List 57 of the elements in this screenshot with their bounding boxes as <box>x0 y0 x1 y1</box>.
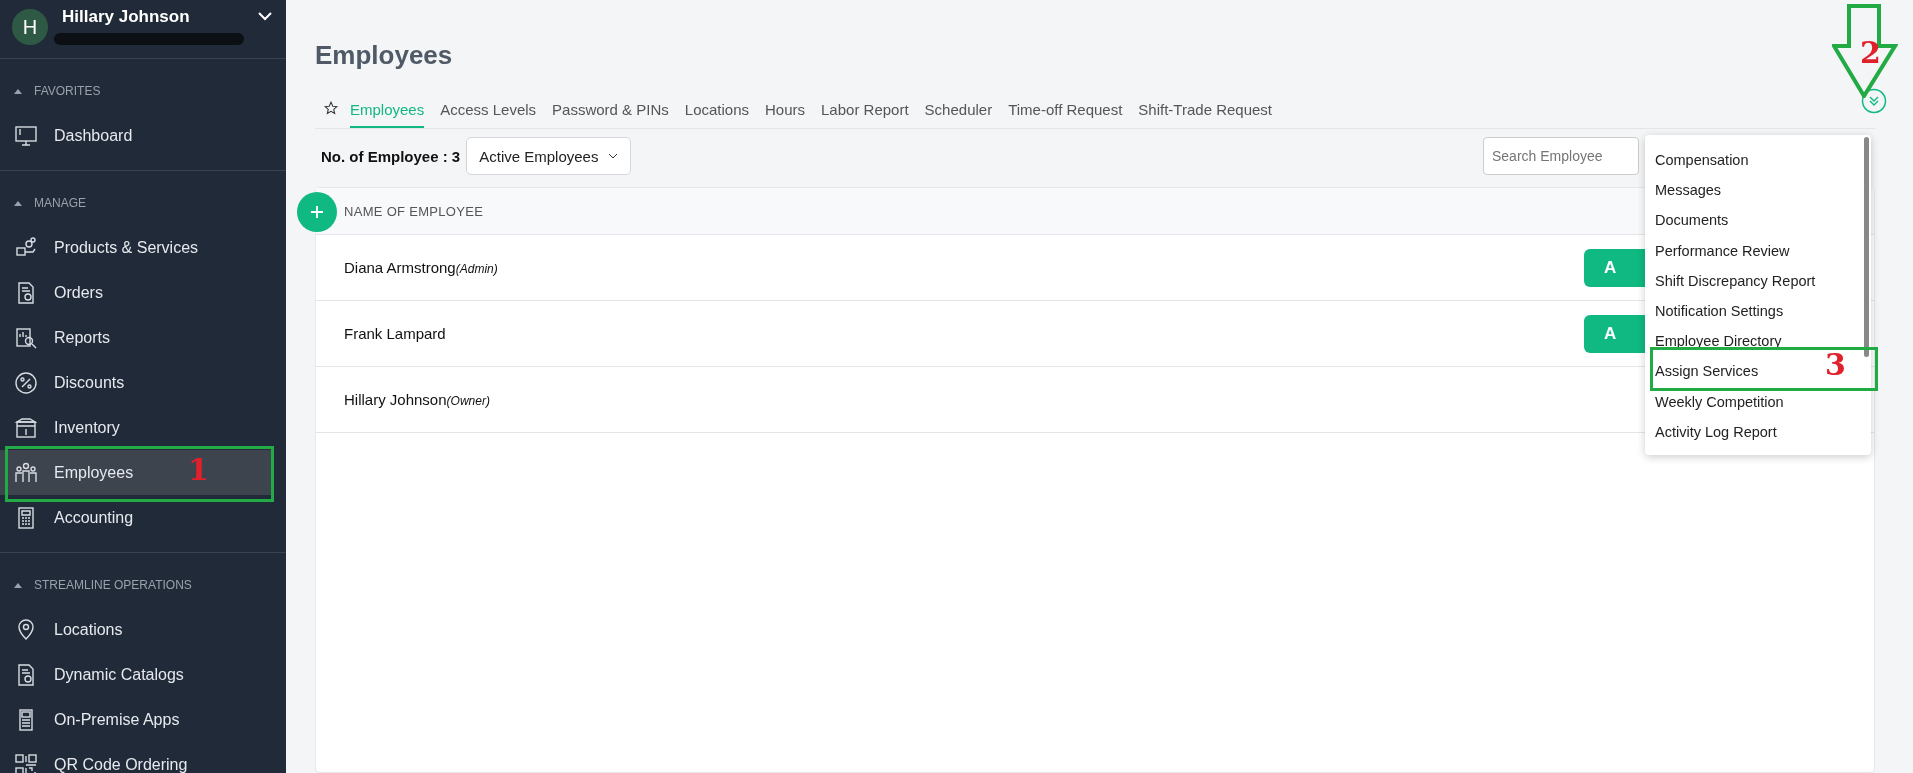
step-number: 2 <box>1860 38 1881 68</box>
section-title: FAVORITES <box>34 84 101 98</box>
tab[interactable]: Access Levels <box>440 88 537 128</box>
menu-item[interactable]: Documents <box>1655 205 1729 236</box>
sidebar-item[interactable]: Locations <box>14 617 123 642</box>
store-icon <box>14 415 38 440</box>
tab[interactable]: Hours <box>765 88 806 128</box>
sidebar-item[interactable]: Products & Services <box>14 235 199 260</box>
tab[interactable]: Scheduler <box>924 88 993 128</box>
menu-item[interactable]: Messages <box>1655 175 1722 206</box>
expand-more-icon[interactable] <box>1861 88 1887 114</box>
caret-icon <box>608 153 619 159</box>
sidebar-item[interactable]: Inventory <box>14 415 120 440</box>
sidebar-item[interactable]: Dashboard <box>14 123 133 148</box>
step-number: 3 <box>1825 350 1846 380</box>
qr-icon <box>14 752 38 773</box>
user-name: Hillary Johnson <box>62 7 191 27</box>
tab[interactable]: Time-off Request <box>1008 88 1123 128</box>
search-field[interactable]: Search Employee <box>1483 137 1639 175</box>
page-title: Employees <box>315 40 453 72</box>
sidebar-item[interactable]: Orders <box>14 280 103 305</box>
plus-icon <box>310 205 324 219</box>
sidebar-item[interactable]: On-Premise Apps <box>14 707 180 732</box>
sidebar-item[interactable]: Dynamic Catalogs <box>14 662 184 687</box>
menu-item[interactable]: Weekly Competition <box>1655 386 1784 417</box>
collapse-icon[interactable] <box>14 582 22 588</box>
table-cell: Frank Lampard <box>344 325 446 342</box>
employee-count: No. of Employee : 3 <box>321 147 461 165</box>
column-header: NAME OF EMPLOYEE <box>344 203 484 219</box>
star-icon[interactable] <box>324 101 338 115</box>
percent-icon <box>14 370 38 395</box>
sidebar-item[interactable]: Reports <box>14 325 111 350</box>
sidebar-item[interactable]: Accounting <box>14 505 134 530</box>
user-avatar: H <box>12 9 48 45</box>
tab[interactable]: Labor Report <box>821 88 909 128</box>
table-cell: Hillary Johnson(Owner) <box>344 391 490 408</box>
section-title: STREAMLINE OPERATIONS <box>34 578 192 592</box>
sidebar-item[interactable]: Discounts <box>14 370 125 395</box>
sidebar-item[interactable]: Employees <box>14 460 134 485</box>
menu-item[interactable]: Compensation <box>1655 145 1749 176</box>
collapse-icon[interactable] <box>14 200 22 206</box>
sidebar-item[interactable]: QR Code Ordering <box>14 752 188 773</box>
menu-item[interactable]: Activity Log Report <box>1655 416 1777 447</box>
scrollbar[interactable] <box>1864 137 1869 357</box>
tab[interactable]: Password & PINs <box>552 88 669 128</box>
status-dropdown[interactable]: Active Employees <box>466 137 632 175</box>
chevron-down-icon[interactable] <box>258 12 272 21</box>
monitor-icon <box>14 123 38 148</box>
table-cell: Diana Armstrong(Admin) <box>344 259 498 276</box>
section-title: MANAGE <box>34 196 86 210</box>
tab[interactable]: Locations <box>684 88 749 128</box>
collapse-icon[interactable] <box>14 88 22 94</box>
people-icon <box>14 460 38 485</box>
tab[interactable]: Shift-Trade Request <box>1138 88 1273 128</box>
step-number: 1 <box>188 455 209 485</box>
menu-item[interactable]: Assign Services <box>1655 356 1759 387</box>
report-icon <box>14 325 38 350</box>
